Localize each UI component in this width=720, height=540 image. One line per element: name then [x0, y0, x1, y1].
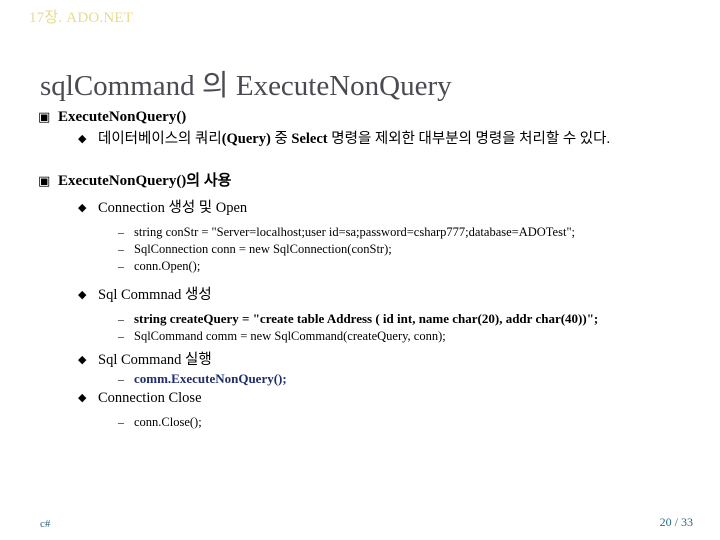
dash-bullet-icon: –: [118, 259, 124, 273]
page-title: sqlCommand 의 ExecuteNonQuery: [40, 70, 452, 102]
code-line-text: SqlConnection conn = new SqlConnection(c…: [134, 242, 392, 256]
code-line: – SqlCommand comm = new SqlCommand(creat…: [118, 328, 720, 345]
diamond-bullet-icon: ◆: [78, 354, 87, 366]
bullet-level1-label: ExecuteNonQuery()의 사용: [58, 173, 232, 189]
page-number: 20 / 33: [659, 515, 693, 529]
dash-bullet-icon: –: [118, 225, 124, 239]
square-bullet-icon: ▣: [38, 173, 51, 188]
code-line-text: comm.ExecuteNonQuery();: [134, 371, 287, 386]
bullet-level2-label: Connection 생성 및 Open: [98, 200, 248, 216]
code-line-text: string conStr = "Server=localhost;user i…: [134, 225, 576, 239]
bullet-level2-sqlcommand-execute: ◆ Sql Command 실행: [78, 350, 720, 370]
slide-body: ▣ ExecuteNonQuery() ◆ 데이터베이스의 쿼리(Query) …: [0, 108, 720, 431]
code-line: – string createQuery = "create table Add…: [118, 311, 720, 328]
slide: 17장. ADO.NET sqlCommand 의 ExecuteNonQuer…: [0, 0, 720, 540]
bullet-level2-label: Connection Close: [98, 390, 202, 406]
chapter-header: 17장. ADO.NET: [29, 10, 134, 26]
code-line-highlighted: – comm.ExecuteNonQuery();: [118, 371, 720, 388]
code-line-text: string createQuery = "create table Addre…: [134, 311, 599, 326]
dash-bullet-icon: –: [118, 329, 124, 343]
square-bullet-icon: ▣: [38, 109, 51, 124]
bullet-level2-description: ◆ 데이터베이스의 쿼리(Query) 중 Select 명령을 제외한 대부분…: [78, 129, 720, 149]
code-line: – string conStr = "Server=localhost;user…: [118, 224, 720, 241]
code-line-text: SqlCommand comm = new SqlCommand(createQ…: [134, 329, 446, 343]
bullet-level2-connection-close: ◆ Connection Close: [78, 388, 720, 408]
desc-part-tail: 명령을 제외한 대부분의 명령을 처리할 수 있다.: [327, 131, 611, 147]
dash-bullet-icon: –: [118, 242, 124, 256]
bullet-level2-label: 데이터베이스의 쿼리(Query) 중 Select 명령을 제외한 대부분의 …: [98, 129, 610, 149]
bullet-level1-label: ExecuteNonQuery(): [58, 109, 187, 125]
code-line-text: conn.Open();: [134, 259, 201, 273]
dash-bullet-icon: –: [118, 372, 124, 386]
diamond-bullet-icon: ◆: [78, 289, 87, 301]
code-line-text: conn.Close();: [134, 415, 202, 429]
code-line: – conn.Open();: [118, 258, 720, 275]
code-line: – conn.Close();: [118, 414, 720, 431]
desc-part-select: Select: [291, 131, 328, 147]
diamond-bullet-icon: ◆: [78, 202, 87, 214]
bullet-level2-connection: ◆ Connection 생성 및 Open: [78, 198, 720, 218]
dash-bullet-icon: –: [118, 415, 124, 429]
bullet-level2-sqlcommand-create: ◆ Sql Commnad 생성: [78, 285, 720, 305]
code-line: – SqlConnection conn = new SqlConnection…: [118, 241, 720, 258]
desc-part-query: (Query): [221, 131, 271, 147]
bullet-level2-label: Sql Commnad 생성: [98, 287, 212, 303]
desc-part-1: 데이터베이스의 쿼리: [98, 131, 222, 147]
bullet-level1-executenonquery: ▣ ExecuteNonQuery(): [38, 108, 720, 127]
dash-bullet-icon: –: [118, 312, 124, 326]
diamond-bullet-icon: ◆: [78, 133, 87, 145]
bullet-level1-usage: ▣ ExecuteNonQuery()의 사용: [38, 172, 720, 191]
desc-part-mid: 중: [270, 131, 292, 147]
bullet-level2-label: Sql Command 실행: [98, 352, 212, 368]
footer-label: c#: [40, 518, 51, 530]
diamond-bullet-icon: ◆: [78, 392, 87, 404]
